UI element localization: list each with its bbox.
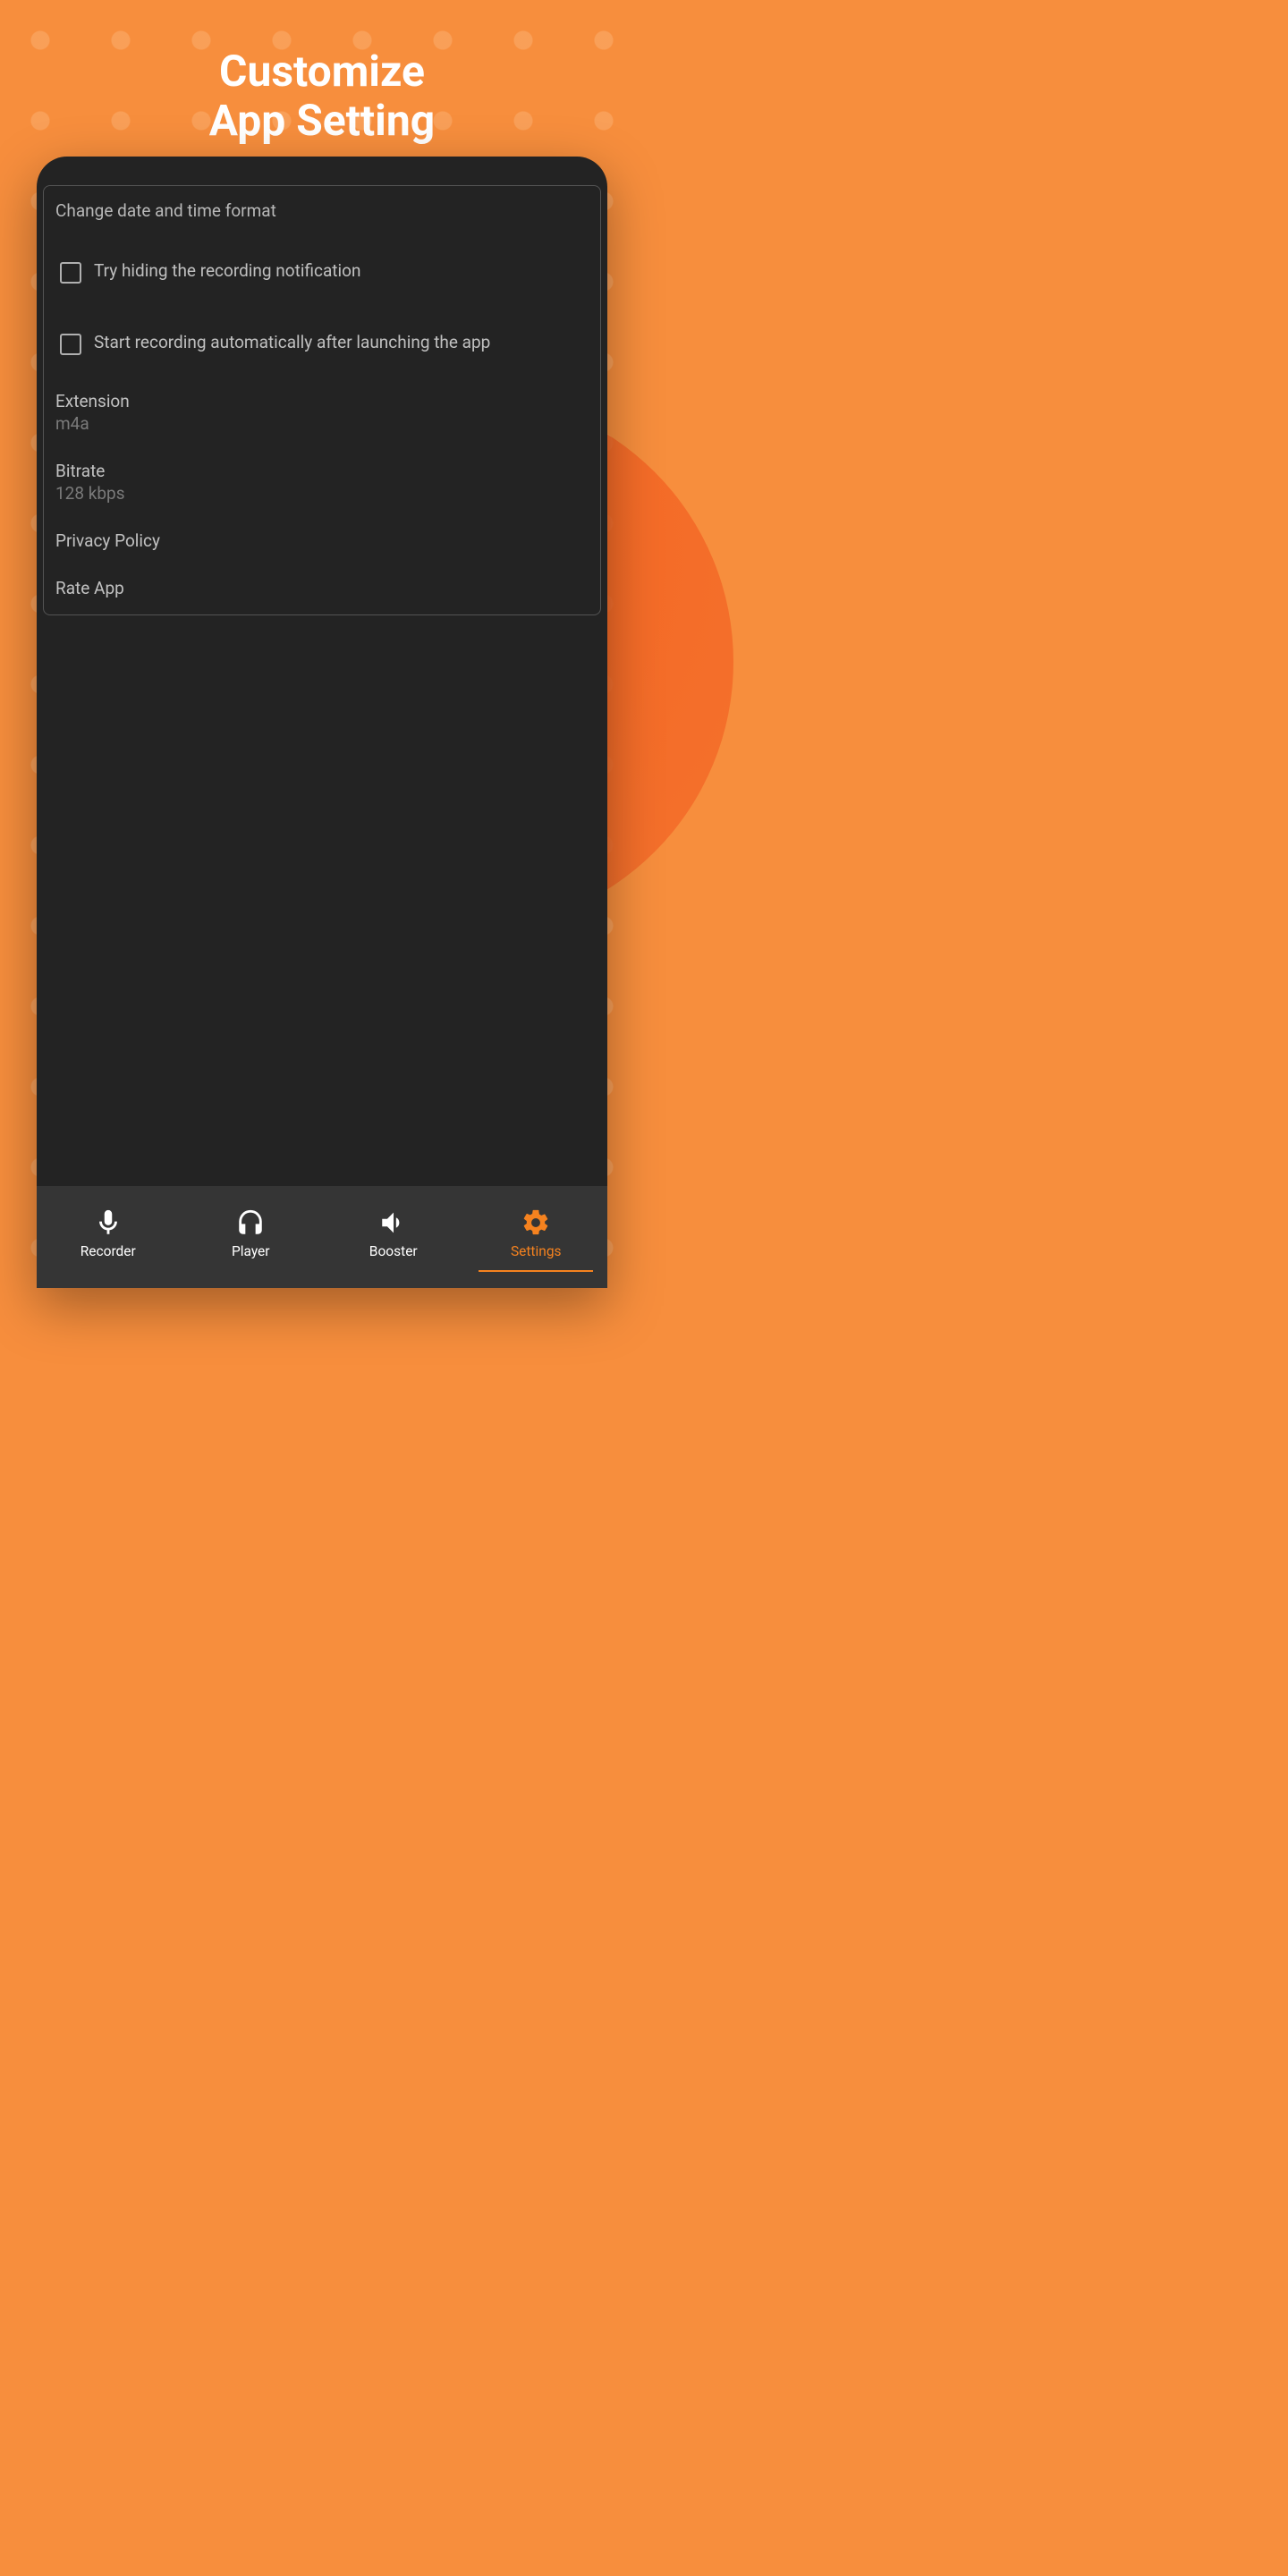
- bitrate-value: 128 kbps: [55, 483, 589, 504]
- nav-settings[interactable]: Settings: [465, 1208, 608, 1259]
- status-bar: [37, 157, 607, 185]
- promo-line2: App Setting: [209, 95, 435, 146]
- nav-recorder[interactable]: Recorder: [37, 1208, 180, 1259]
- bitrate-title: Bitrate: [55, 461, 589, 481]
- rate-app-row[interactable]: Rate App: [44, 551, 600, 614]
- hide-notification-label: Try hiding the recording notification: [94, 260, 360, 283]
- nav-settings-label: Settings: [511, 1243, 562, 1259]
- content-spacer: [37, 615, 607, 1186]
- promo-line1: Customize: [219, 46, 425, 97]
- settings-card-header[interactable]: Change date and time format: [44, 186, 600, 230]
- extension-row[interactable]: Extension m4a: [44, 364, 600, 434]
- auto-record-checkbox[interactable]: [60, 334, 81, 355]
- bottom-nav: Recorder Player Booster Settings: [37, 1186, 607, 1288]
- phone-frame: Change date and time format Try hiding t…: [37, 157, 607, 1288]
- nav-booster[interactable]: Booster: [322, 1208, 465, 1259]
- bitrate-row[interactable]: Bitrate 128 kbps: [44, 434, 600, 504]
- extension-title: Extension: [55, 391, 589, 411]
- headphones-icon: [235, 1208, 266, 1238]
- promo-title: Customize App Setting: [0, 0, 644, 145]
- microphone-icon: [93, 1208, 123, 1238]
- extension-value: m4a: [55, 413, 589, 434]
- auto-record-row[interactable]: Start recording automatically after laun…: [44, 292, 600, 364]
- auto-record-label: Start recording automatically after laun…: [94, 332, 490, 354]
- gear-icon: [521, 1208, 551, 1238]
- privacy-policy-row[interactable]: Privacy Policy: [44, 504, 600, 551]
- nav-recorder-label: Recorder: [80, 1243, 136, 1259]
- nav-booster-label: Booster: [369, 1243, 418, 1259]
- hide-notification-row[interactable]: Try hiding the recording notification: [44, 230, 600, 292]
- settings-card: Change date and time format Try hiding t…: [43, 185, 601, 615]
- speaker-icon: [378, 1208, 409, 1238]
- nav-player[interactable]: Player: [180, 1208, 323, 1259]
- nav-player-label: Player: [232, 1243, 270, 1259]
- hide-notification-checkbox[interactable]: [60, 262, 81, 284]
